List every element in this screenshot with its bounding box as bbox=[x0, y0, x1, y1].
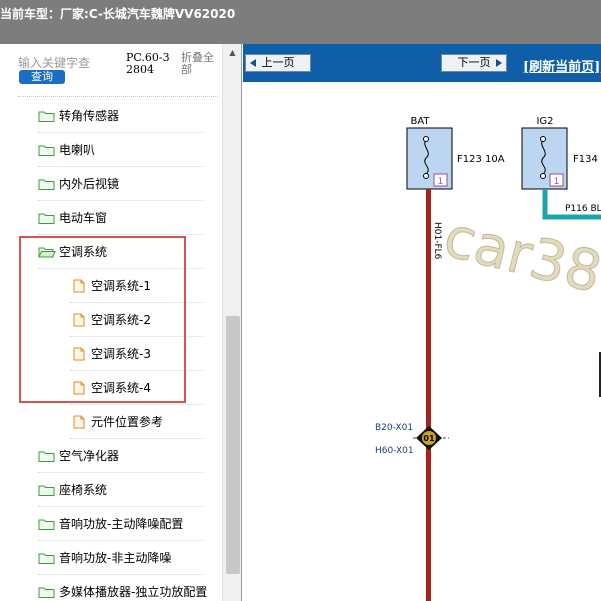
tree-item-label: 座椅系统 bbox=[59, 483, 108, 497]
folder-icon bbox=[38, 145, 55, 156]
folder-icon bbox=[38, 519, 55, 530]
fuse1-name: F123 10A bbox=[457, 154, 505, 165]
search-button[interactable]: 查询 bbox=[19, 70, 65, 84]
watermark: car38 bbox=[438, 205, 601, 307]
search-divider bbox=[18, 96, 218, 97]
fuse1-terminal-top bbox=[423, 136, 429, 142]
left-scrollbar[interactable]: ▲ bbox=[222, 44, 241, 601]
next-page-button[interactable]: 下一页 bbox=[441, 54, 507, 72]
refresh-page-link[interactable]: [刷新当前页] bbox=[523, 56, 600, 75]
tree-folder-item[interactable]: 多媒体播放器-独立功放配置 bbox=[38, 575, 208, 601]
folder-icon bbox=[38, 553, 55, 564]
connector-h60-label: H60-X01 bbox=[375, 446, 414, 456]
left-panel: 查询 PC.60-32804 折叠全部 转角传感器电喇叭内外后视镜电动车窗空调系… bbox=[0, 44, 242, 601]
fuse1-pin: 1 bbox=[438, 177, 444, 187]
tree-folder-item[interactable]: 电动车窗 bbox=[38, 201, 204, 235]
tree-folder-item[interactable]: 电喇叭 bbox=[38, 133, 204, 167]
prev-page-label: 上一页 bbox=[261, 56, 295, 69]
next-page-label: 下一页 bbox=[457, 56, 491, 69]
tree-item-label: 转角传感器 bbox=[59, 109, 120, 123]
folder-icon bbox=[38, 111, 55, 122]
folder-icon bbox=[38, 451, 55, 462]
tree-item-label: 音响功放-主动降噪配置 bbox=[59, 517, 184, 531]
tree-item-label: 空调系统-1 bbox=[91, 279, 151, 293]
search-input[interactable] bbox=[18, 55, 118, 71]
left-arrow-icon bbox=[250, 59, 256, 67]
tree-item-label: 空调系统-4 bbox=[91, 381, 151, 395]
document-icon bbox=[73, 313, 85, 326]
tree-folder-item[interactable]: 转角传感器 bbox=[38, 99, 204, 133]
tree-item-label: 内外后视镜 bbox=[59, 177, 120, 191]
connector-b20-label: B20-X01 bbox=[375, 423, 413, 433]
tree-file-item[interactable]: 空调系统-1 bbox=[70, 269, 204, 303]
tree-folder-item[interactable]: 内外后视镜 bbox=[38, 167, 204, 201]
fuse2-pin: 1 bbox=[554, 177, 560, 187]
folder-icon bbox=[38, 587, 55, 598]
folder-open-icon bbox=[38, 247, 56, 257]
tree-item-label: 空气净化器 bbox=[59, 449, 120, 463]
tree-item-label: 空调系统-2 bbox=[91, 313, 151, 327]
fuse1-label: BAT bbox=[410, 116, 430, 127]
fold-all-button[interactable]: 折叠全部 bbox=[181, 52, 221, 76]
tree-folder-item[interactable]: 空气净化器 bbox=[38, 439, 204, 473]
right-arrow-icon bbox=[496, 59, 502, 67]
red-wire bbox=[426, 189, 431, 601]
tree-folder-item[interactable]: 空调系统 bbox=[38, 235, 204, 269]
scroll-thumb[interactable] bbox=[226, 316, 240, 574]
tree-file-item[interactable]: 空调系统-4 bbox=[70, 371, 204, 405]
document-icon bbox=[73, 347, 85, 360]
tree-file-item[interactable]: 空调系统-3 bbox=[70, 337, 204, 371]
tree-folder-item[interactable]: 座椅系统 bbox=[38, 473, 204, 507]
right-panel: 上一页 下一页 [刷新当前页] BAT 1 F123 10A IG2 1 F13… bbox=[243, 44, 601, 601]
tree-item-label: 空调系统-3 bbox=[91, 347, 151, 361]
fuse2-terminal-top bbox=[540, 136, 546, 142]
tree-item-label: 电动车窗 bbox=[59, 211, 108, 225]
tree-item-label: 元件位置参考 bbox=[91, 415, 164, 429]
document-icon bbox=[73, 381, 85, 394]
current-model-label: 当前车型： bbox=[0, 7, 61, 21]
pc-label: PC.60-32804 bbox=[126, 51, 170, 76]
folder-icon bbox=[38, 485, 55, 496]
cyan-wire-label: P116 BL bbox=[565, 204, 601, 214]
folder-icon bbox=[38, 179, 55, 190]
tree-file-item[interactable]: 空调系统-2 bbox=[70, 303, 204, 337]
fuse2-name: F134 bbox=[573, 154, 598, 165]
document-icon bbox=[73, 279, 85, 292]
tree-folder-item[interactable]: 音响功放-主动降噪配置 bbox=[38, 507, 204, 541]
navigation-bar: 上一页 下一页 [刷新当前页] bbox=[243, 44, 601, 82]
tree-item-label: 音响功放-非主动降噪 bbox=[59, 551, 172, 565]
tree-folder-item[interactable]: 音响功放-非主动降噪 bbox=[38, 541, 204, 575]
manufacturer-model: 厂家:C-长城汽车魏牌VV62020 bbox=[60, 7, 236, 21]
fuse2-label: IG2 bbox=[536, 116, 553, 127]
prev-page-button[interactable]: 上一页 bbox=[245, 54, 311, 72]
document-icon bbox=[73, 415, 85, 428]
title-bar: 当前车型：厂家:C-长城汽车魏牌VV62020 bbox=[0, 0, 601, 44]
search-area: 查询 PC.60-32804 折叠全部 bbox=[0, 44, 222, 97]
tree-item-label: 多媒体播放器-独立功放配置 bbox=[59, 585, 208, 599]
scroll-up-arrow[interactable]: ▲ bbox=[225, 46, 240, 59]
fuse1-terminal-bottom bbox=[423, 173, 429, 179]
fuse2-terminal-bottom bbox=[540, 173, 546, 179]
splice-id: 01 bbox=[423, 434, 435, 443]
folder-icon bbox=[38, 213, 55, 224]
wiring-diagram: BAT 1 F123 10A IG2 1 F134 H01-FL6 P116 B… bbox=[375, 116, 601, 601]
tree-item-label: 空调系统 bbox=[59, 245, 108, 259]
tree-item-label: 电喇叭 bbox=[59, 143, 96, 157]
tree-file-item[interactable]: 元件位置参考 bbox=[70, 405, 204, 439]
